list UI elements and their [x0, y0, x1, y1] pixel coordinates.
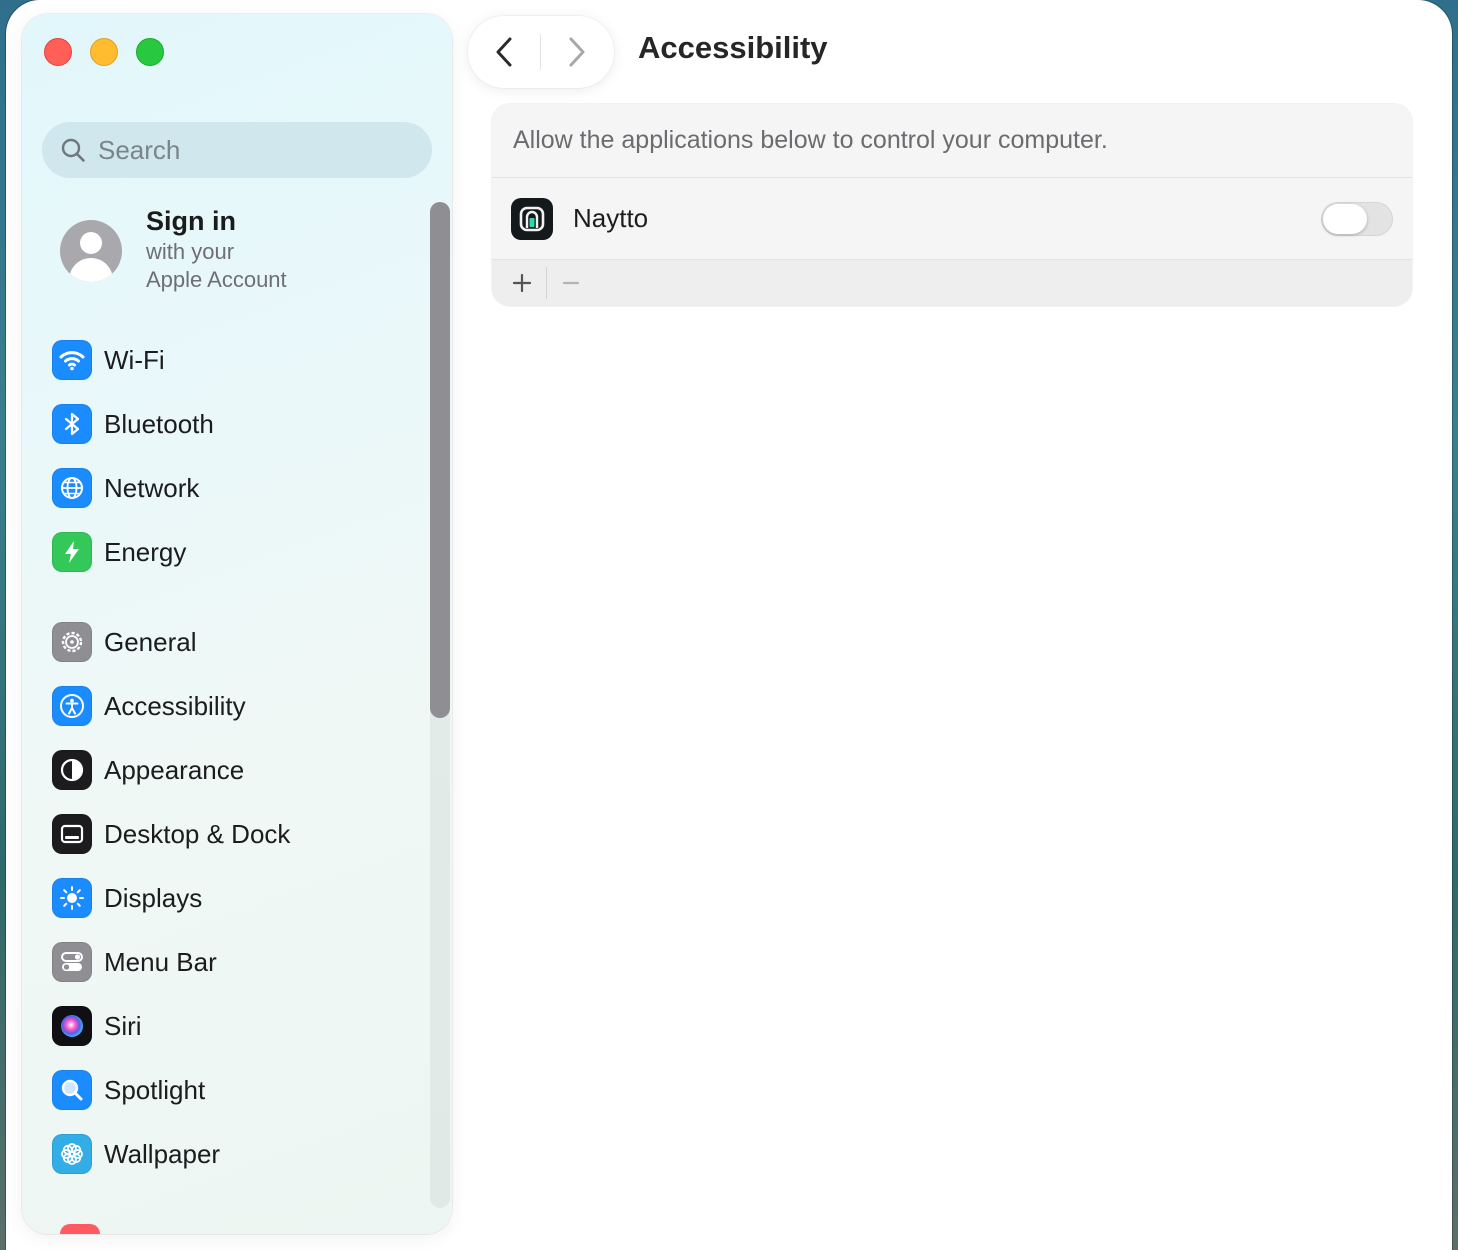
bolt-icon	[52, 532, 92, 572]
app-row: Naytto	[492, 178, 1412, 260]
accessibility-apps-panel: Allow the applications below to control …	[492, 104, 1412, 306]
apple-account-signin[interactable]: Sign in with your Apple Account	[60, 204, 287, 294]
window-controls	[44, 38, 164, 66]
settings-window: Sign in with your Apple Account Wi-Fi Bl…	[6, 0, 1452, 1250]
sidebar-item-wifi[interactable]: Wi-Fi	[52, 328, 412, 392]
toggles-icon	[52, 942, 92, 982]
signin-subtitle-line2: Apple Account	[146, 267, 287, 292]
partially-visible-sidebar-icon	[60, 1224, 100, 1234]
magnifier-icon	[52, 1070, 92, 1110]
panel-footer	[492, 260, 1412, 306]
bluetooth-icon	[52, 404, 92, 444]
minus-icon	[562, 281, 580, 285]
minimize-window-button[interactable]	[90, 38, 118, 66]
sidebar-item-displays[interactable]: Displays	[52, 866, 412, 930]
avatar	[60, 220, 122, 282]
remove-app-button[interactable]	[551, 263, 591, 303]
sidebar-item-network[interactable]: Network	[52, 456, 412, 520]
sidebar-item-label: Appearance	[104, 754, 245, 785]
footer-separator	[546, 267, 547, 299]
sidebar-item-appearance[interactable]: Appearance	[52, 738, 412, 802]
signin-subtitle-line1: with your	[146, 239, 235, 264]
sidebar-item-label: Spotlight	[104, 1074, 206, 1105]
plus-icon	[512, 273, 532, 293]
signin-title: Sign in	[146, 206, 236, 236]
sidebar-item-label: Desktop & Dock	[104, 818, 291, 849]
sidebar: Sign in with your Apple Account Wi-Fi Bl…	[22, 14, 452, 1234]
sidebar-item-label: Menu Bar	[104, 946, 217, 977]
maximize-window-button[interactable]	[136, 38, 164, 66]
sidebar-scrollbar-thumb[interactable]	[430, 202, 450, 718]
sidebar-item-label: Network	[104, 472, 200, 503]
toggle-knob	[1323, 203, 1367, 234]
chevron-right-icon	[569, 37, 585, 67]
sidebar-item-label: Displays	[104, 882, 203, 913]
back-button[interactable]	[468, 16, 540, 88]
sidebar-item-label: Wi-Fi	[104, 344, 165, 375]
navigation-buttons	[468, 16, 614, 88]
chevron-left-icon	[496, 37, 512, 67]
dock-icon	[52, 814, 92, 854]
sidebar-item-label: Accessibility	[104, 690, 246, 721]
sidebar-item-general[interactable]: General	[52, 610, 412, 674]
gear-icon	[52, 622, 92, 662]
sidebar-item-wallpaper[interactable]: Wallpaper	[52, 1122, 412, 1186]
forward-button[interactable]	[541, 16, 613, 88]
close-window-button[interactable]	[44, 38, 72, 66]
sidebar-item-desktop-dock[interactable]: Desktop & Dock	[52, 802, 412, 866]
sidebar-item-spotlight[interactable]: Spotlight	[52, 1058, 412, 1122]
sidebar-item-label: Bluetooth	[104, 408, 214, 439]
siri-icon	[52, 1006, 92, 1046]
sidebar-item-siri[interactable]: Siri	[52, 994, 412, 1058]
signin-text: Sign in with your Apple Account	[146, 204, 287, 294]
sidebar-item-menu-bar[interactable]: Menu Bar	[52, 930, 412, 994]
app-name: Naytto	[573, 203, 649, 233]
page-title: Accessibility	[638, 30, 828, 65]
sidebar-item-label: General	[104, 626, 197, 657]
panel-description: Allow the applications below to control …	[492, 104, 1412, 178]
sidebar-item-bluetooth[interactable]: Bluetooth	[52, 392, 412, 456]
sidebar-item-accessibility[interactable]: Accessibility	[52, 674, 412, 738]
search-icon	[61, 138, 85, 162]
wifi-icon	[52, 340, 92, 380]
sidebar-item-label: Energy	[104, 536, 187, 567]
sidebar-item-label: Wallpaper	[104, 1138, 221, 1169]
search-input[interactable]	[98, 134, 398, 166]
sun-icon	[52, 878, 92, 918]
avatar-head	[80, 232, 102, 254]
avatar-body	[69, 258, 113, 282]
search-field[interactable]	[42, 122, 432, 178]
appearance-icon	[52, 750, 92, 790]
sidebar-item-label: Siri	[104, 1010, 142, 1041]
add-app-button[interactable]	[502, 263, 542, 303]
sidebar-nav: Wi-Fi Bluetooth Network Energy General A…	[52, 328, 412, 1186]
globe-icon	[52, 468, 92, 508]
accessibility-icon	[52, 686, 92, 726]
flower-icon	[52, 1134, 92, 1174]
naytto-app-icon	[511, 197, 553, 240]
app-permission-toggle[interactable]	[1321, 201, 1393, 236]
sidebar-item-energy[interactable]: Energy	[52, 520, 412, 584]
